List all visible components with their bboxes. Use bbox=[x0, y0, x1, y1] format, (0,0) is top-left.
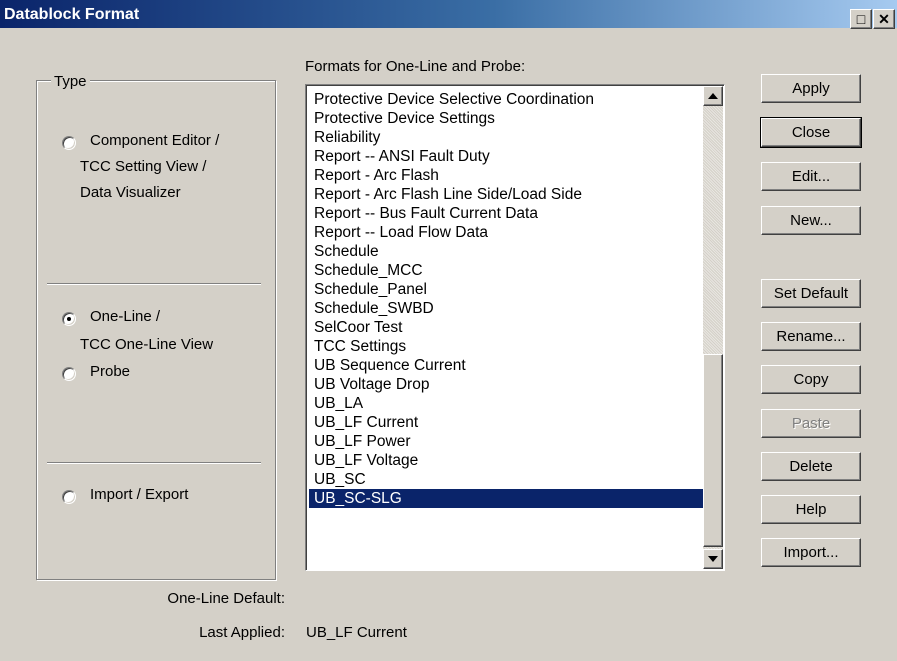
list-item[interactable]: Report - Arc Flash Line Side/Load Side bbox=[309, 185, 705, 204]
radio-component-editor-label: Component Editor / bbox=[90, 132, 220, 149]
radio-component-editor[interactable] bbox=[62, 136, 76, 150]
chevron-down-icon bbox=[708, 556, 718, 562]
list-item[interactable]: TCC Settings bbox=[309, 337, 705, 356]
radio-one-line-label-line2: TCC One-Line View bbox=[80, 336, 214, 353]
radio-probe-label: Probe bbox=[90, 363, 131, 380]
apply-button[interactable]: Apply bbox=[761, 74, 861, 103]
set-default-button[interactable]: Set Default bbox=[761, 279, 861, 308]
separator bbox=[47, 462, 261, 464]
radio-one-line[interactable] bbox=[62, 312, 76, 326]
help-button[interactable]: Help bbox=[761, 495, 861, 524]
list-item[interactable]: Schedule bbox=[309, 242, 705, 261]
chevron-up-icon bbox=[708, 93, 718, 99]
radio-probe[interactable] bbox=[62, 367, 76, 381]
window-title: Datablock Format bbox=[4, 6, 140, 23]
list-item[interactable]: UB_SC bbox=[309, 470, 705, 489]
edit-button[interactable]: Edit... bbox=[761, 162, 861, 191]
list-item[interactable]: Schedule_SWBD bbox=[309, 299, 705, 318]
list-item[interactable]: Report - Arc Flash bbox=[309, 166, 705, 185]
list-item[interactable]: Report -- Bus Fault Current Data bbox=[309, 204, 705, 223]
last-applied-label: Last Applied: bbox=[199, 624, 285, 641]
formats-listbox[interactable]: Protective Device Selective Coordination… bbox=[305, 84, 725, 571]
formats-label: Formats for One-Line and Probe: bbox=[305, 58, 526, 75]
list-item[interactable]: UB_LF Current bbox=[309, 413, 705, 432]
list-item[interactable]: Report -- ANSI Fault Duty bbox=[309, 147, 705, 166]
separator bbox=[47, 283, 261, 285]
radio-import-export[interactable] bbox=[62, 490, 76, 504]
scroll-up-button[interactable] bbox=[703, 86, 723, 106]
list-item[interactable]: UB Sequence Current bbox=[309, 356, 705, 375]
last-applied-value: UB_LF Current bbox=[306, 624, 407, 641]
title-bar: Datablock Format bbox=[0, 0, 897, 28]
formats-items: Protective Device Selective Coordination… bbox=[309, 90, 705, 508]
copy-button[interactable]: Copy bbox=[761, 365, 861, 394]
list-item[interactable]: Protective Device Selective Coordination bbox=[309, 90, 705, 109]
list-item[interactable]: Schedule_Panel bbox=[309, 280, 705, 299]
list-item[interactable]: UB_LF Power bbox=[309, 432, 705, 451]
radio-import-export-label: Import / Export bbox=[90, 486, 189, 503]
radio-component-editor-label-line3: Data Visualizer bbox=[80, 184, 181, 201]
delete-button[interactable]: Delete bbox=[761, 452, 861, 481]
list-item[interactable]: UB_SC-SLG bbox=[309, 489, 705, 508]
rename-button[interactable]: Rename... bbox=[761, 322, 861, 351]
type-group-title: Type bbox=[51, 73, 90, 90]
list-item[interactable]: UB Voltage Drop bbox=[309, 375, 705, 394]
list-item[interactable]: UB_LF Voltage bbox=[309, 451, 705, 470]
list-item[interactable]: Protective Device Settings bbox=[309, 109, 705, 128]
formats-scrollbar[interactable] bbox=[703, 86, 723, 569]
import-button[interactable]: Import... bbox=[761, 538, 861, 567]
restore-icon[interactable]: □ bbox=[850, 9, 872, 29]
list-item[interactable]: UB_LA bbox=[309, 394, 705, 413]
radio-one-line-label: One-Line / bbox=[90, 308, 161, 325]
list-item[interactable]: Report -- Load Flow Data bbox=[309, 223, 705, 242]
scroll-down-button[interactable] bbox=[703, 549, 723, 569]
close-button[interactable]: Close bbox=[760, 117, 862, 148]
list-item[interactable]: SelCoor Test bbox=[309, 318, 705, 337]
one-line-default-label: One-Line Default: bbox=[167, 590, 285, 607]
type-group bbox=[36, 80, 276, 580]
scroll-thumb[interactable] bbox=[703, 354, 723, 547]
radio-component-editor-label-line2: TCC Setting View / bbox=[80, 158, 207, 175]
list-item[interactable]: Reliability bbox=[309, 128, 705, 147]
paste-button[interactable]: Paste bbox=[761, 409, 861, 438]
list-item[interactable]: Schedule_MCC bbox=[309, 261, 705, 280]
close-icon[interactable]: ✕ bbox=[873, 9, 895, 29]
new-button[interactable]: New... bbox=[761, 206, 861, 235]
